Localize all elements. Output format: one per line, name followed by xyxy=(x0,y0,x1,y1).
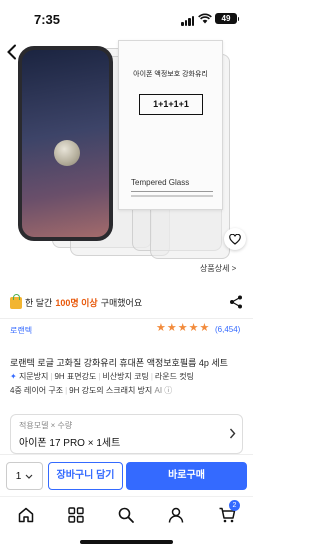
chevron-right-icon xyxy=(229,427,236,442)
status-time: 7:35 xyxy=(34,12,61,27)
home-icon[interactable] xyxy=(17,506,35,524)
feature-item: 9H 강도의 스크래치 방지 xyxy=(69,386,153,395)
quantity-select[interactable]: 1 xyxy=(6,462,43,490)
product-detail-link[interactable]: 상품상세 > xyxy=(200,263,236,274)
back-chevron-icon[interactable] xyxy=(6,42,18,64)
review-count-link[interactable]: (6,454) xyxy=(215,325,240,334)
option-selector[interactable]: 적용모델 × 수량 아이폰 17 PRO × 1세트 xyxy=(10,414,243,454)
star-icon: ★ xyxy=(188,322,199,334)
wishlist-heart-button[interactable] xyxy=(224,228,246,250)
feature-item: 9H 표면강도 xyxy=(54,372,97,381)
box-count: 1+1+1+1 xyxy=(139,94,203,115)
rating-stars[interactable]: ★ ★ ★ ★ ★ xyxy=(156,323,209,334)
phone-image xyxy=(18,46,113,241)
box-divider xyxy=(131,191,213,192)
wifi-icon xyxy=(198,13,212,24)
category-grid-icon[interactable] xyxy=(67,506,85,524)
cart-count-badge: 2 xyxy=(229,500,240,511)
box-title: 아이폰 액정보호 강화유리 xyxy=(133,71,208,78)
brand-link[interactable]: 로랜텍 xyxy=(10,325,32,336)
product-title: 로랜텍 로글 고화질 강화유리 휴대폰 액정보호필름 4p 세트 xyxy=(10,358,228,368)
feature-item: 4중 레이어 구조 xyxy=(10,386,64,395)
shopping-bag-icon xyxy=(10,293,22,309)
chevron-down-icon xyxy=(25,474,33,479)
star-icon: ★ xyxy=(177,322,188,334)
status-bar: 7:35 49 xyxy=(0,0,253,38)
star-icon: ★ xyxy=(199,322,210,334)
feature-item: 지문방지 xyxy=(18,372,49,381)
buy-bar: 1 장바구니 담기 바로구매 xyxy=(0,454,253,496)
option-label: 적용모델 × 수량 xyxy=(19,421,73,430)
cellular-signal-icon xyxy=(181,16,194,26)
feature-item: 비산방지 코팅 xyxy=(102,372,149,381)
heart-icon xyxy=(229,233,241,245)
feature-list: ✦ 지문방지 | 9H 표면강도 | 비산방지 코팅 | 라운드 컷팅 xyxy=(10,372,194,381)
purchase-count: 100명 이상 xyxy=(55,298,98,308)
add-to-cart-button[interactable]: 장바구니 담기 xyxy=(48,462,123,490)
ai-spark-icon: ✦ xyxy=(10,372,17,381)
share-icon[interactable] xyxy=(229,295,243,309)
bottom-tab-bar: 2 xyxy=(0,496,253,532)
purchase-count-notice: 한 달간 100명 이상 구매했어요 xyxy=(10,293,143,309)
purchase-prefix: 한 달간 xyxy=(25,298,53,308)
my-page-person-icon[interactable] xyxy=(167,506,185,524)
product-image-gallery[interactable]: 아이폰 액정보호 강화유리 1+1+1+1 Tempered Glass 상품상… xyxy=(0,38,253,285)
star-icon: ★ xyxy=(156,322,166,334)
box-brand: Tempered Glass xyxy=(131,178,190,187)
battery-icon: 49 xyxy=(215,13,239,24)
home-indicator[interactable] xyxy=(80,540,173,544)
feature-item: 라운드 컷팅 xyxy=(154,372,194,381)
product-box: 아이폰 액정보호 강화유리 1+1+1+1 Tempered Glass xyxy=(118,40,223,210)
divider xyxy=(0,318,253,319)
purchase-suffix: 구매했어요 xyxy=(100,298,143,308)
ai-info-label[interactable]: AI ⓘ xyxy=(155,386,173,395)
quantity-value: 1 xyxy=(15,470,22,482)
star-icon: ★ xyxy=(166,322,177,334)
moon-image xyxy=(54,140,80,166)
buy-now-button[interactable]: 바로구매 xyxy=(126,462,247,490)
feature-list: 4중 레이어 구조 | 9H 강도의 스크래치 방지 AI ⓘ xyxy=(10,386,173,395)
box-fine-print xyxy=(131,195,213,197)
search-icon[interactable] xyxy=(117,506,135,524)
option-value: 아이폰 17 PRO × 1세트 xyxy=(19,438,121,449)
share-icon[interactable] xyxy=(239,84,240,85)
